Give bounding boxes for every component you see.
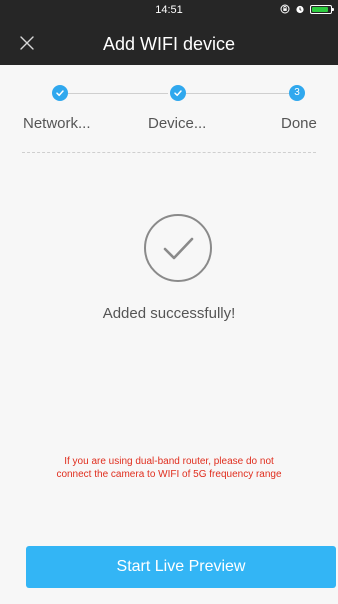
step-connector xyxy=(68,93,168,94)
step-2-dot xyxy=(170,85,186,101)
step-1-dot xyxy=(52,85,68,101)
progress-stepper: 3 Network... Device... Done xyxy=(0,65,338,153)
alarm-icon xyxy=(296,5,304,14)
rotation-lock-icon xyxy=(280,4,290,14)
warning-line-1: If you are using dual-band router, pleas… xyxy=(64,456,274,467)
checkmark-icon xyxy=(56,90,64,97)
start-live-preview-button[interactable]: Start Live Preview xyxy=(26,546,336,588)
app-header: 14:51 Add WIFI device xyxy=(0,0,338,65)
battery-icon xyxy=(310,4,334,14)
step-label-network: Network... xyxy=(23,115,91,132)
page-title: Add WIFI device xyxy=(102,34,236,54)
status-icons xyxy=(280,4,334,14)
success-check-icon xyxy=(144,214,212,282)
step-connector xyxy=(186,93,289,94)
checkmark-icon xyxy=(174,90,182,97)
step-3-dot: 3 xyxy=(289,85,305,101)
warning-line-2: connect the camera to WIFI of 5G frequen… xyxy=(56,469,282,480)
dual-band-warning: If you are using dual-band router, pleas… xyxy=(20,455,318,481)
screen: 14:51 Add WIFI device 3 Network... Devic… xyxy=(0,0,338,604)
step-label-done: Done xyxy=(281,115,317,132)
step-3-number: 3 xyxy=(294,87,300,98)
success-message: Added successfully! xyxy=(102,305,236,322)
step-label-device: Device... xyxy=(148,115,207,132)
divider xyxy=(22,152,316,153)
